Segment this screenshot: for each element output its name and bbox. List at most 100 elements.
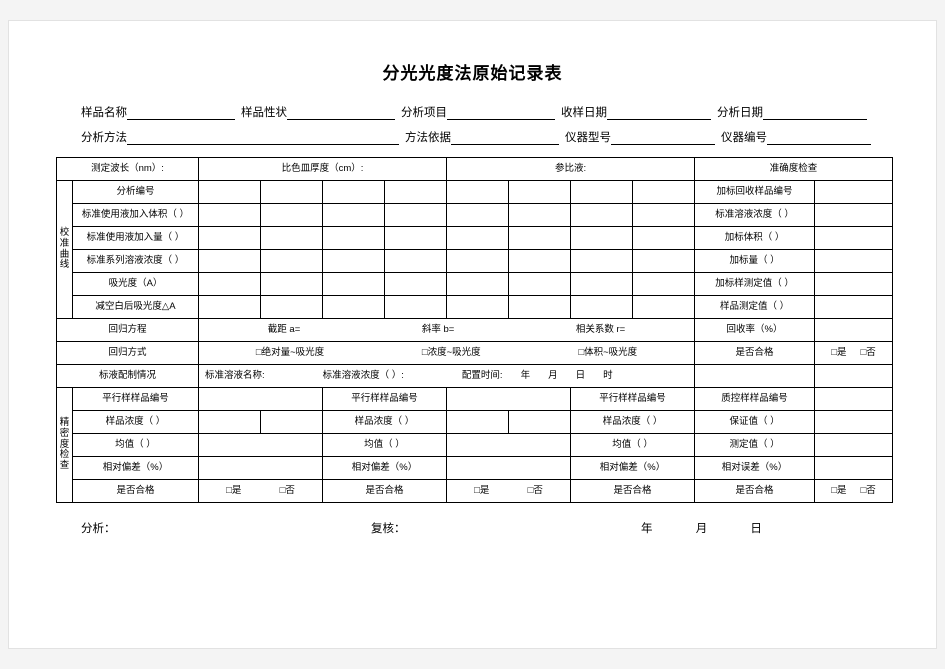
data-cell[interactable]	[322, 295, 385, 319]
field-analysis-date[interactable]: 分析日期	[717, 106, 867, 120]
data-cell[interactable]	[384, 226, 447, 250]
regression-intercept[interactable]: 截距 a=	[268, 324, 300, 336]
checkbox-absolute-amount-absorbance[interactable]: □绝对量~吸光度	[256, 347, 324, 359]
cell-reference-solution[interactable]: 参比液:	[445, 157, 696, 181]
data-cell[interactable]	[322, 249, 385, 273]
data-cell[interactable]	[694, 364, 816, 388]
data-cell-recovery-value[interactable]	[814, 318, 894, 342]
data-cell[interactable]	[322, 180, 385, 204]
regression-slope[interactable]: 斜率 b=	[422, 324, 454, 336]
cell-qualified-checkboxes[interactable]: □是 □否	[814, 341, 894, 365]
checkbox-yes[interactable]: □是	[831, 485, 846, 497]
cell-cuvette-thickness[interactable]: 比色皿厚度（cm）:	[198, 157, 447, 181]
cell-regression-parameters[interactable]: 截距 a= 斜率 b= 相关系数 r=	[197, 318, 696, 342]
field-underline[interactable]	[447, 106, 555, 120]
standard-solution-name[interactable]: 标准溶液名称:	[205, 370, 265, 382]
prep-year[interactable]: 年	[521, 370, 531, 381]
data-cell[interactable]	[322, 203, 385, 227]
data-cell[interactable]	[260, 410, 323, 434]
field-analysis-item[interactable]: 分析项目	[401, 106, 555, 120]
data-cell[interactable]	[260, 249, 323, 273]
data-cell[interactable]	[508, 203, 571, 227]
data-cell[interactable]	[508, 272, 571, 296]
data-cell[interactable]	[570, 272, 633, 296]
data-cell[interactable]	[198, 180, 261, 204]
field-sample-name[interactable]: 样品名称	[81, 106, 235, 120]
data-cell[interactable]	[322, 226, 385, 250]
field-method-basis[interactable]: 方法依据	[405, 131, 559, 145]
field-underline[interactable]	[611, 131, 715, 145]
data-cell[interactable]	[814, 387, 894, 411]
prep-time[interactable]: 配置时间: 年 月 日 时	[462, 370, 613, 382]
data-cell[interactable]	[260, 295, 323, 319]
data-cell[interactable]	[446, 387, 571, 411]
data-cell[interactable]	[508, 295, 571, 319]
data-cell[interactable]	[631, 180, 696, 204]
data-cell[interactable]	[446, 433, 571, 457]
field-underline[interactable]	[767, 131, 871, 145]
field-sample-property[interactable]: 样品性状	[241, 106, 395, 120]
data-cell[interactable]	[631, 272, 696, 296]
prep-month[interactable]: 月	[548, 370, 558, 381]
data-cell[interactable]	[814, 364, 894, 388]
data-cell[interactable]	[446, 272, 509, 296]
data-cell[interactable]	[814, 203, 894, 227]
checkbox-yes[interactable]: □是	[226, 485, 241, 497]
data-cell[interactable]	[508, 249, 571, 273]
data-cell[interactable]	[384, 180, 447, 204]
data-cell[interactable]	[814, 180, 894, 204]
field-analysis-method[interactable]: 分析方法	[81, 131, 399, 145]
data-cell[interactable]	[260, 272, 323, 296]
cell-regression-mode-options[interactable]: □绝对量~吸光度 □浓度~吸光度 □体积~吸光度	[197, 341, 696, 365]
data-cell[interactable]	[508, 410, 571, 434]
cell-qualified-checkboxes-2[interactable]: □是 □否	[446, 479, 571, 503]
data-cell[interactable]	[814, 226, 894, 250]
checkbox-yes[interactable]: □是	[474, 485, 489, 497]
data-cell[interactable]	[508, 226, 571, 250]
field-underline[interactable]	[607, 106, 711, 120]
field-underline[interactable]	[127, 131, 399, 145]
field-instrument-serial[interactable]: 仪器编号	[721, 131, 871, 145]
data-cell[interactable]	[384, 203, 447, 227]
cell-qualified-checkboxes-1[interactable]: □是 □否	[198, 479, 323, 503]
data-cell[interactable]	[198, 295, 261, 319]
date-month[interactable]: 月	[696, 523, 708, 535]
data-cell[interactable]	[198, 203, 261, 227]
data-cell[interactable]	[260, 203, 323, 227]
data-cell[interactable]	[814, 456, 894, 480]
field-receive-date[interactable]: 收样日期	[561, 106, 711, 120]
data-cell[interactable]	[446, 203, 509, 227]
data-cell[interactable]	[446, 456, 571, 480]
date-year[interactable]: 年	[641, 523, 653, 535]
data-cell[interactable]	[814, 272, 894, 296]
data-cell[interactable]	[260, 180, 323, 204]
field-instrument-model[interactable]: 仪器型号	[565, 131, 715, 145]
data-cell[interactable]	[384, 272, 447, 296]
data-cell[interactable]	[384, 249, 447, 273]
data-cell[interactable]	[446, 226, 509, 250]
data-cell[interactable]	[446, 295, 509, 319]
data-cell[interactable]	[631, 226, 696, 250]
data-cell[interactable]	[814, 249, 894, 273]
prep-hour[interactable]: 时	[603, 370, 613, 381]
data-cell[interactable]	[631, 295, 696, 319]
regression-correlation[interactable]: 相关系数 r=	[576, 324, 625, 336]
data-cell[interactable]	[198, 226, 261, 250]
reviewer-field[interactable]: 复核：	[371, 520, 641, 536]
checkbox-no[interactable]: □否	[861, 347, 876, 359]
data-cell[interactable]	[814, 295, 894, 319]
data-cell[interactable]	[570, 295, 633, 319]
data-cell[interactable]	[198, 456, 323, 480]
data-cell[interactable]	[322, 272, 385, 296]
prep-day[interactable]: 日	[576, 370, 586, 381]
checkbox-volume-absorbance[interactable]: □体积~吸光度	[578, 347, 637, 359]
checkbox-no[interactable]: □否	[280, 485, 295, 497]
data-cell[interactable]	[814, 410, 894, 434]
checkbox-concentration-absorbance[interactable]: □浓度~吸光度	[422, 347, 481, 359]
field-underline[interactable]	[287, 106, 395, 120]
data-cell[interactable]	[198, 387, 323, 411]
cell-standard-prep-details[interactable]: 标准溶液名称: 标准溶液浓度（ ）: 配置时间: 年 月 日 时	[197, 364, 696, 388]
data-cell[interactable]	[198, 433, 323, 457]
data-cell[interactable]	[631, 249, 696, 273]
standard-solution-concentration[interactable]: 标准溶液浓度（ ）:	[323, 370, 404, 382]
